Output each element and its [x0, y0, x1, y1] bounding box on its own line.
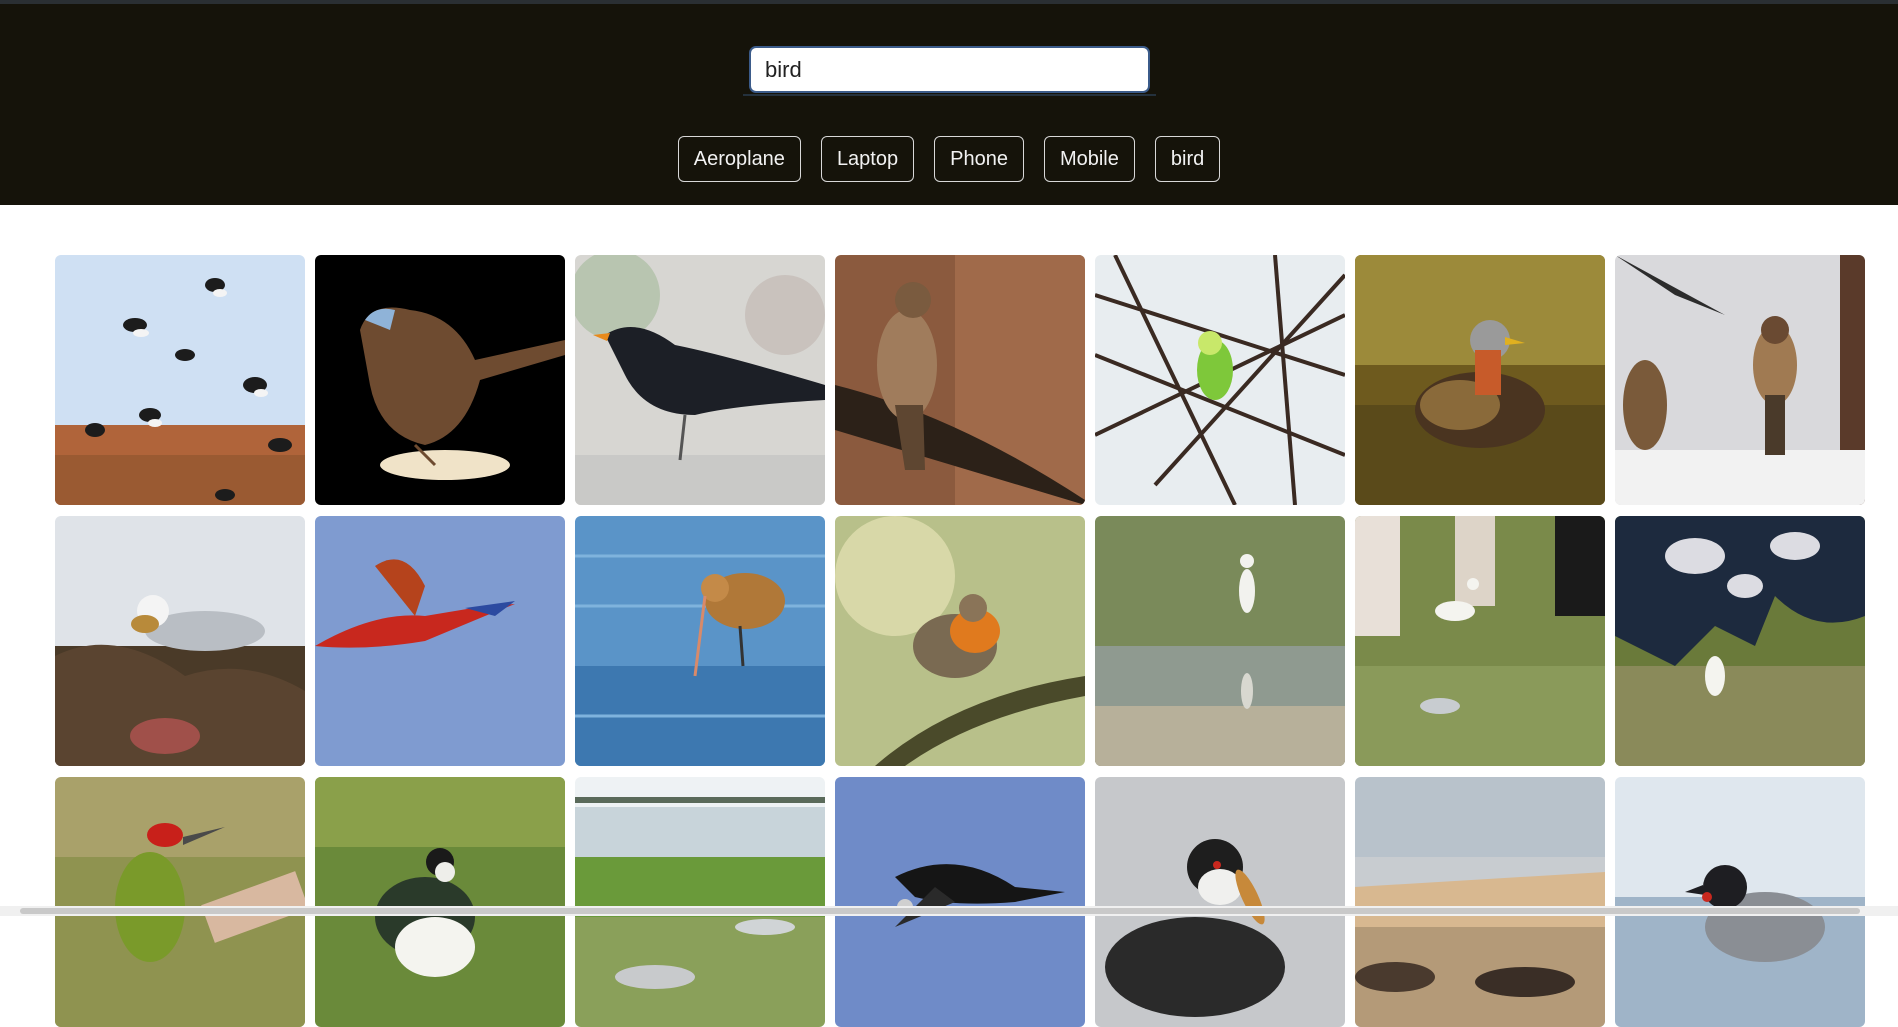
- budgie-in-branches-image[interactable]: [1095, 255, 1345, 505]
- horizontal-scrollbar[interactable]: [0, 906, 1898, 916]
- egret-near-cow-image[interactable]: [1615, 516, 1865, 766]
- hawk-on-branch-image[interactable]: [835, 255, 1085, 505]
- blackbird-image[interactable]: [575, 255, 825, 505]
- lapwing-flock-image[interactable]: [55, 255, 305, 505]
- search-bar: [743, 46, 1156, 96]
- heron-flying-image[interactable]: [835, 777, 1085, 1027]
- search-header: Aeroplane Laptop Phone Mobile bird: [0, 0, 1898, 205]
- hooded-crow-image[interactable]: [1615, 777, 1865, 1027]
- quick-search-phone[interactable]: Phone: [934, 136, 1024, 182]
- woodpecker-image[interactable]: [55, 777, 305, 1027]
- scrollbar-thumb[interactable]: [20, 908, 1860, 914]
- robin-on-branch-image[interactable]: [835, 516, 1085, 766]
- gull-on-seaweed-image[interactable]: [55, 516, 305, 766]
- quick-search-bird[interactable]: bird: [1154, 136, 1221, 182]
- egret-with-cattle-image[interactable]: [1355, 516, 1605, 766]
- phalarope-on-water-image[interactable]: [1355, 255, 1605, 505]
- search-underline: [743, 94, 1156, 96]
- egret-in-marsh-image[interactable]: [1095, 516, 1345, 766]
- museum-birds-image[interactable]: [1615, 255, 1865, 505]
- grebe-with-fish-image[interactable]: [1095, 777, 1345, 1027]
- godwit-wading-image[interactable]: [575, 516, 825, 766]
- quick-search-list: Aeroplane Laptop Phone Mobile bird: [0, 136, 1898, 182]
- fairy-wren-cutout-image[interactable]: [315, 255, 565, 505]
- macaw-flying-image[interactable]: [315, 516, 565, 766]
- quick-search-laptop[interactable]: Laptop: [820, 136, 915, 182]
- quick-search-mobile[interactable]: Mobile: [1043, 136, 1135, 182]
- lapwing-portrait-image[interactable]: [315, 777, 565, 1027]
- quick-search-aeroplane[interactable]: Aeroplane: [677, 136, 801, 182]
- tidal-marsh-image[interactable]: [575, 777, 825, 1027]
- search-input[interactable]: [749, 46, 1150, 93]
- coastal-cliffs-image[interactable]: [1355, 777, 1605, 1027]
